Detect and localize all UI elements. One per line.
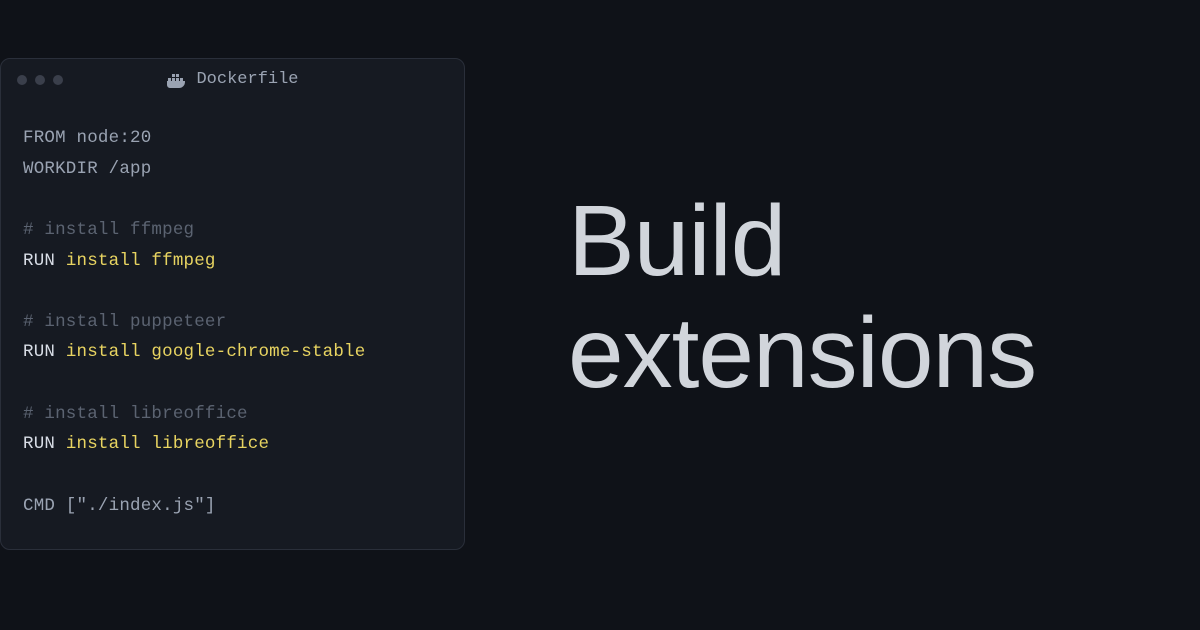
- code-line: FROM node:20: [23, 123, 442, 154]
- window-titlebar: Dockerfile: [1, 59, 464, 101]
- code-line: # install libreoffice: [23, 399, 442, 430]
- code-blank-line: [23, 368, 442, 399]
- code-token: RUN: [23, 342, 66, 362]
- headline: Build extensions: [568, 185, 1036, 409]
- headline-line-2: extensions: [568, 297, 1036, 409]
- code-blank-line: [23, 184, 442, 215]
- code-token: WORKDIR /app: [23, 159, 151, 179]
- code-token: install ffmpeg: [66, 251, 216, 271]
- window-title: Dockerfile: [196, 70, 298, 89]
- code-blank-line: [23, 276, 442, 307]
- close-dot[interactable]: [17, 75, 27, 85]
- code-window: Dockerfile FROM node:20 WORKDIR /app # ins…: [0, 58, 465, 550]
- code-line: RUN install ffmpeg: [23, 246, 442, 277]
- code-line: CMD ["./index.js"]: [23, 491, 442, 522]
- code-token: # install ffmpeg: [23, 220, 194, 240]
- code-token: # install libreoffice: [23, 404, 248, 424]
- code-line: WORKDIR /app: [23, 154, 442, 185]
- code-token: # install puppeteer: [23, 312, 226, 332]
- code-line: # install ffmpeg: [23, 215, 442, 246]
- headline-line-1: Build: [568, 185, 1036, 297]
- code-token: RUN: [23, 434, 66, 454]
- code-token: install google-chrome-stable: [66, 342, 366, 362]
- code-blank-line: [23, 460, 442, 491]
- docker-icon: [166, 72, 186, 88]
- maximize-dot[interactable]: [53, 75, 63, 85]
- code-line: RUN install libreoffice: [23, 429, 442, 460]
- code-line: RUN install google-chrome-stable: [23, 337, 442, 368]
- code-body: FROM node:20 WORKDIR /app # install ffmpeg…: [1, 101, 464, 549]
- window-title-group: Dockerfile: [166, 70, 298, 89]
- minimize-dot[interactable]: [35, 75, 45, 85]
- code-token: install libreoffice: [66, 434, 269, 454]
- code-line: # install puppeteer: [23, 307, 442, 338]
- traffic-lights: [17, 75, 63, 85]
- code-token: RUN: [23, 251, 66, 271]
- code-token: FROM node:20: [23, 128, 151, 148]
- code-token: CMD ["./index.js"]: [23, 496, 216, 516]
